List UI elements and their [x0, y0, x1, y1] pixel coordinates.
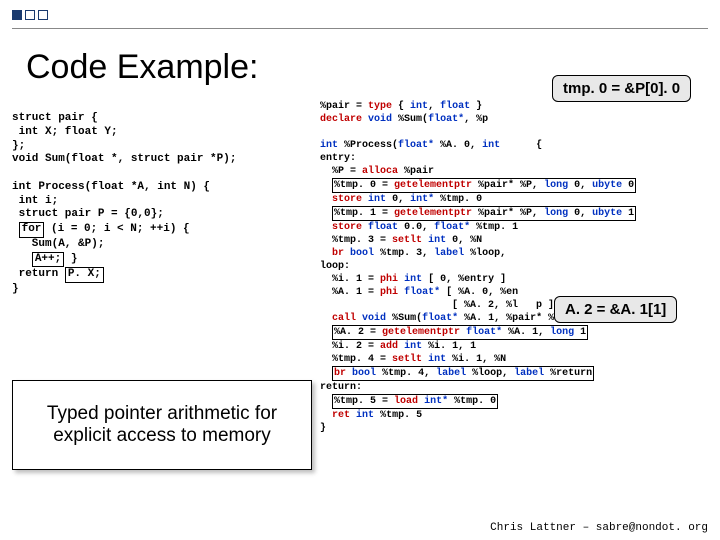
square-icon: [38, 10, 48, 20]
llvm-ir: %pair = type { int, float } declare void…: [320, 100, 712, 435]
source-column: struct pair { int X; float Y; }; void Su…: [12, 112, 312, 297]
ir-highlight: %A. 2 = getelementptr float* %A. 1, long…: [332, 325, 588, 340]
ir-column: %pair = type { int, float } declare void…: [320, 100, 712, 435]
annotation-text: Typed pointer arithmetic for explicit ac…: [19, 403, 305, 447]
highlight-ret: P. X;: [65, 267, 104, 283]
horizontal-rule: [12, 28, 708, 29]
highlight-inc: A++;: [32, 252, 64, 268]
source-code: struct pair { int X; float Y; }; void Su…: [12, 112, 312, 297]
slide: Code Example: struct pair { int X; float…: [0, 0, 720, 540]
square-icon: [12, 10, 22, 20]
ir-highlight: br bool %tmp. 4, label %loop, label %ret…: [332, 366, 594, 381]
annotation-box: Typed pointer arithmetic for explicit ac…: [12, 380, 312, 470]
footer-credit: Chris Lattner – sabre@nondot. org: [490, 522, 708, 534]
square-icon: [25, 10, 35, 20]
ir-highlight: %tmp. 0 = getelementptr %pair* %P, long …: [332, 178, 636, 193]
ir-highlight: %tmp. 5 = load int* %tmp. 0: [332, 394, 498, 409]
ir-highlight: %tmp. 1 = getelementptr %pair* %P, long …: [332, 206, 636, 221]
callout-2: A. 2 = &A. 1[1]: [554, 296, 677, 323]
callout-1: tmp. 0 = &P[0]. 0: [552, 75, 691, 102]
highlight-for: for: [19, 222, 45, 238]
decorative-squares: [12, 10, 48, 20]
